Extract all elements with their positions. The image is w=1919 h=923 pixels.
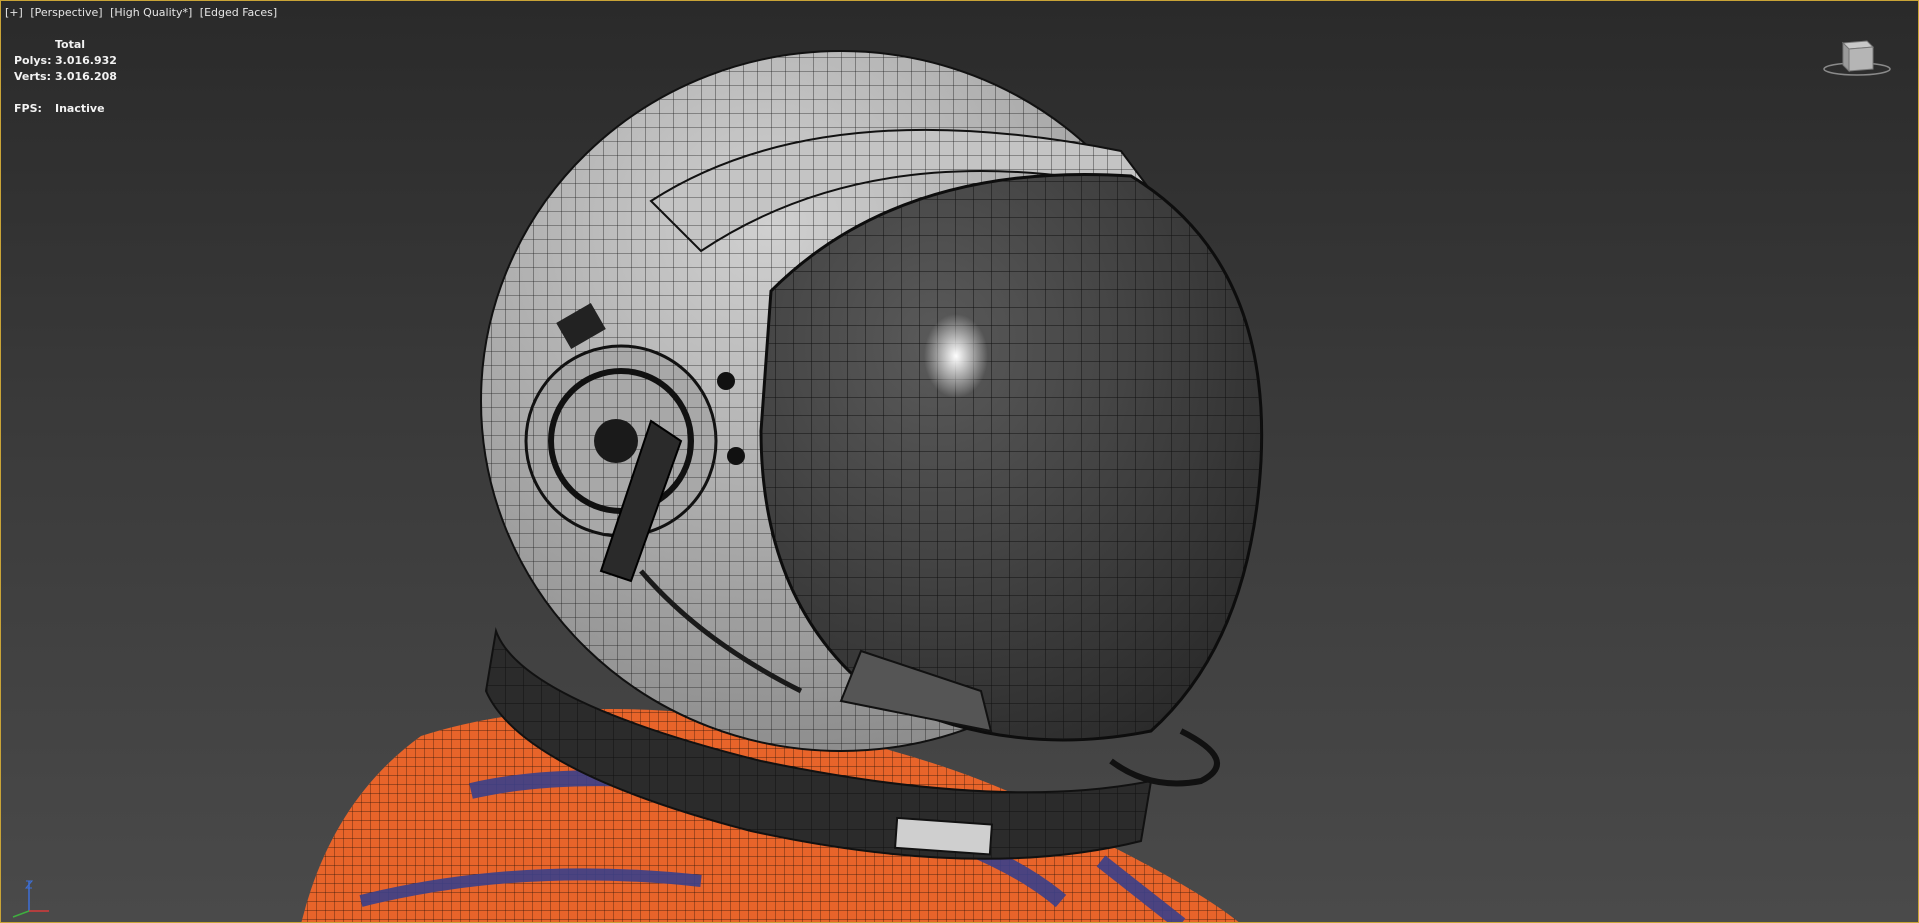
viewport-statistics: Total Polys: 3.016.932 Verts: 3.016.208 FP…: [14, 37, 117, 117]
polys-label: Polys:: [14, 54, 52, 67]
viewport-per-view-menu[interactable]: [Edged Faces]: [200, 6, 277, 19]
visor-reflection: [924, 314, 988, 398]
fps-value: Inactive: [55, 102, 105, 115]
side-hose: [1109, 728, 1220, 787]
fps-label: FPS:: [14, 102, 42, 115]
astronaut-helmet-wireframe-model[interactable]: [1, 1, 1919, 923]
verts-label: Verts:: [14, 70, 52, 83]
perspective-viewport[interactable]: [+] [Perspective] [High Quality*] [Edged…: [0, 0, 1919, 923]
viewport-view-menu[interactable]: [Perspective]: [30, 6, 102, 19]
viewcube-icon[interactable]: [1823, 35, 1891, 77]
viewport-shading-menu[interactable]: [High Quality*]: [110, 6, 192, 19]
polys-value: 3.016.932: [55, 54, 117, 67]
verts-value: 3.016.208: [55, 70, 117, 83]
xyz-axis-tripod-icon: [12, 880, 49, 918]
ear-cup-center: [594, 419, 638, 463]
neck-ring-latch: [893, 816, 993, 856]
viewport-general-menu[interactable]: [+]: [5, 6, 23, 19]
stats-header: Total: [55, 38, 86, 51]
viewport-label-menu[interactable]: [+] [Perspective] [High Quality*] [Edged…: [5, 6, 277, 19]
